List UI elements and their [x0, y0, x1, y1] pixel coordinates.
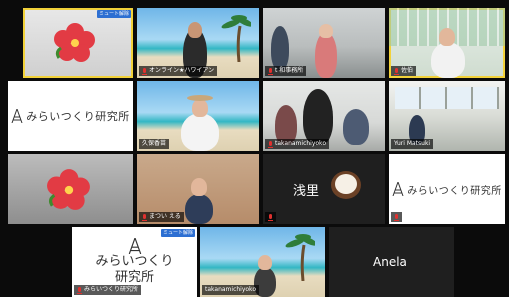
mic-muted-icon — [77, 286, 82, 294]
participant-face — [319, 24, 333, 38]
sun-hat — [187, 95, 213, 101]
mic-muted-icon — [142, 67, 147, 75]
mic-muted-icon — [142, 213, 147, 221]
participant-name-label: 佐伯 — [391, 66, 417, 76]
participant-figure — [315, 32, 337, 78]
video-tile-logo-1[interactable]: みらいつくり研究所 — [8, 81, 133, 151]
video-tile-yuri[interactable]: Yuri Matsuki — [389, 81, 505, 151]
logo-line-1: みらいつくり — [95, 254, 174, 269]
palm-tree — [285, 231, 318, 282]
tower-icon — [128, 238, 141, 254]
participant-name-label: まつい える — [139, 212, 184, 222]
participant-name-label — [265, 212, 276, 222]
participant-figure — [303, 89, 333, 145]
participant-face — [191, 178, 207, 196]
video-tile-hibiscus-2[interactable] — [8, 154, 133, 224]
hibiscus-icon — [53, 22, 97, 62]
participant-face — [439, 28, 455, 46]
video-tile-asari[interactable]: 浅里 — [263, 154, 385, 224]
hibiscus-icon — [46, 168, 92, 210]
participant-name: 浅里 — [293, 184, 320, 199]
unmute-badge[interactable]: ミュート解除 — [160, 229, 195, 237]
mic-muted-icon — [394, 213, 399, 221]
participant-face — [192, 99, 208, 117]
participant-name-label: takanamichiyoko — [265, 139, 329, 149]
participant-face — [188, 22, 202, 38]
participant-name-label — [391, 212, 402, 222]
mic-muted-icon — [268, 140, 273, 148]
participant-name-label: オンライン★ハワイアン — [139, 66, 218, 76]
participant-name-label: t 和事務所 — [265, 66, 307, 76]
brand-logo: みらいつくり研究所 — [389, 154, 505, 224]
video-tile-kubo[interactable]: 久保香苗 — [137, 81, 259, 151]
logo-line-2: 研究所 — [114, 270, 154, 285]
logo-text: みらいつくり研究所 — [407, 185, 502, 197]
coconut-icon — [329, 168, 363, 202]
participant-name-label: 久保香苗 — [139, 139, 170, 149]
palm-tree — [221, 12, 254, 63]
video-tile-online-hawaiian[interactable]: オンライン★ハワイアン — [137, 8, 259, 78]
brand-logo: みらいつくり研究所 — [8, 81, 133, 151]
windows — [395, 87, 499, 109]
video-tile-takanami-2[interactable]: takanamichiyoko — [200, 227, 325, 297]
participant-figure-3 — [343, 109, 369, 145]
video-tile-hibiscus-top[interactable]: ミュート解除 — [23, 8, 133, 78]
unmute-badge[interactable]: ミュート解除 — [96, 10, 131, 18]
logo-text: みらいつくり研究所 — [26, 110, 130, 123]
participant-name-label: takanamichiyoko — [202, 285, 259, 295]
video-tile-logo-2[interactable]: みらいつくり研究所 — [389, 154, 505, 224]
participant-figure-2 — [271, 26, 289, 70]
participant-figure — [185, 194, 213, 224]
video-tile-office-raise[interactable]: t 和事務所 — [263, 8, 385, 78]
video-tile-takanami[interactable]: takanamichiyoko — [263, 81, 385, 151]
participant-name-label: みらいつくり研究所 — [74, 285, 142, 295]
participant-name-label: Yuri Matsuki — [391, 139, 434, 149]
video-grid: ミュート解除 オンライン★ハワイアン t 和事務所 佐伯 みらいつくり研究所 久… — [0, 0, 509, 297]
mic-muted-icon — [268, 67, 273, 75]
participant-face — [258, 255, 272, 270]
video-tile-logo-3[interactable]: みらいつくり 研究所 ミュート解除 みらいつくり研究所 — [72, 227, 197, 297]
tower-icon — [392, 182, 404, 196]
mic-muted-icon — [268, 213, 273, 221]
tower-icon — [11, 109, 23, 123]
participant-name: Anela — [373, 255, 407, 269]
participant-figure — [431, 42, 465, 78]
video-tile-anela[interactable]: Anela — [329, 227, 454, 297]
mic-muted-icon — [394, 67, 399, 75]
video-tile-matsuibana[interactable]: まつい える — [137, 154, 259, 224]
video-tile-green-tiles[interactable]: 佐伯 — [389, 8, 505, 78]
participant-figure — [181, 113, 219, 151]
